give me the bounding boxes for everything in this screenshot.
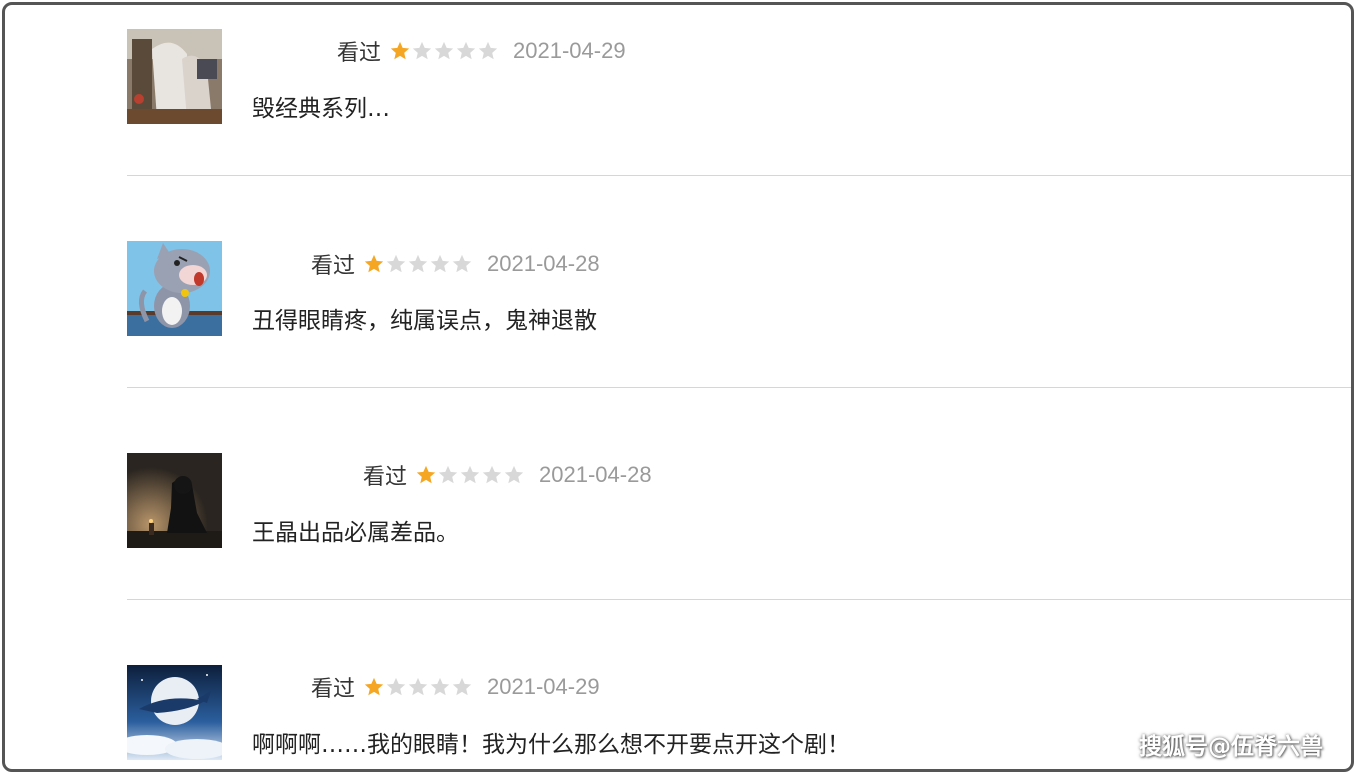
review-list-frame: 看过 2021-04-29 毁经典系列… 看过 2021-04-28 丑得眼睛疼… xyxy=(2,2,1354,772)
star-empty-icon xyxy=(407,676,429,698)
review-date: 2021-04-28 xyxy=(539,462,652,487)
rating-stars xyxy=(389,40,499,62)
star-empty-icon xyxy=(385,676,407,698)
star-filled-icon xyxy=(389,40,411,62)
review-content: 丑得眼睛疼，纯属误点，鬼神退散 xyxy=(252,308,597,334)
divider xyxy=(127,387,1351,388)
review-content: 王晶出品必属差品。 xyxy=(252,520,459,546)
avatar[interactable] xyxy=(127,665,222,760)
star-empty-icon xyxy=(481,464,503,486)
star-empty-icon xyxy=(477,40,499,62)
star-empty-icon xyxy=(437,464,459,486)
star-filled-icon xyxy=(363,676,385,698)
star-empty-icon xyxy=(411,40,433,62)
star-filled-icon xyxy=(415,464,437,486)
rating-stars xyxy=(415,464,525,486)
watched-status: 看过 xyxy=(363,465,408,490)
cartoon-cat-avatar-image xyxy=(127,241,222,336)
divider xyxy=(127,175,1351,176)
dark-figure-avatar-image xyxy=(127,453,222,548)
watched-status: 看过 xyxy=(311,677,356,702)
rating-stars xyxy=(363,253,473,275)
star-empty-icon xyxy=(429,253,451,275)
review-date: 2021-04-29 xyxy=(487,674,600,699)
star-empty-icon xyxy=(433,40,455,62)
review-content: 毁经典系列… xyxy=(252,96,390,122)
avatar[interactable] xyxy=(127,241,222,336)
watched-status: 看过 xyxy=(311,254,356,279)
watermark: 搜狐号@伍脊六兽 xyxy=(1139,734,1323,760)
whale-moon-avatar-image xyxy=(127,665,222,760)
star-empty-icon xyxy=(451,253,473,275)
review-meta: 看过 2021-04-29 xyxy=(337,36,626,66)
star-empty-icon xyxy=(503,464,525,486)
star-empty-icon xyxy=(407,253,429,275)
photo-avatar-image xyxy=(127,29,222,124)
avatar[interactable] xyxy=(127,29,222,124)
star-empty-icon xyxy=(429,676,451,698)
review-date: 2021-04-29 xyxy=(513,38,626,63)
rating-stars xyxy=(363,676,473,698)
star-filled-icon xyxy=(363,253,385,275)
divider xyxy=(127,599,1351,600)
watched-status: 看过 xyxy=(337,41,382,66)
review-meta: 看过 2021-04-28 xyxy=(311,249,600,279)
star-empty-icon xyxy=(385,253,407,275)
star-empty-icon xyxy=(459,464,481,486)
avatar[interactable] xyxy=(127,453,222,548)
star-empty-icon xyxy=(451,676,473,698)
review-date: 2021-04-28 xyxy=(487,251,600,276)
review-meta: 看过 2021-04-28 xyxy=(363,460,652,490)
review-content: 啊啊啊……我的眼睛！我为什么那么想不开要点开这个剧！ xyxy=(252,732,850,758)
star-empty-icon xyxy=(455,40,477,62)
review-meta: 看过 2021-04-29 xyxy=(311,672,600,702)
